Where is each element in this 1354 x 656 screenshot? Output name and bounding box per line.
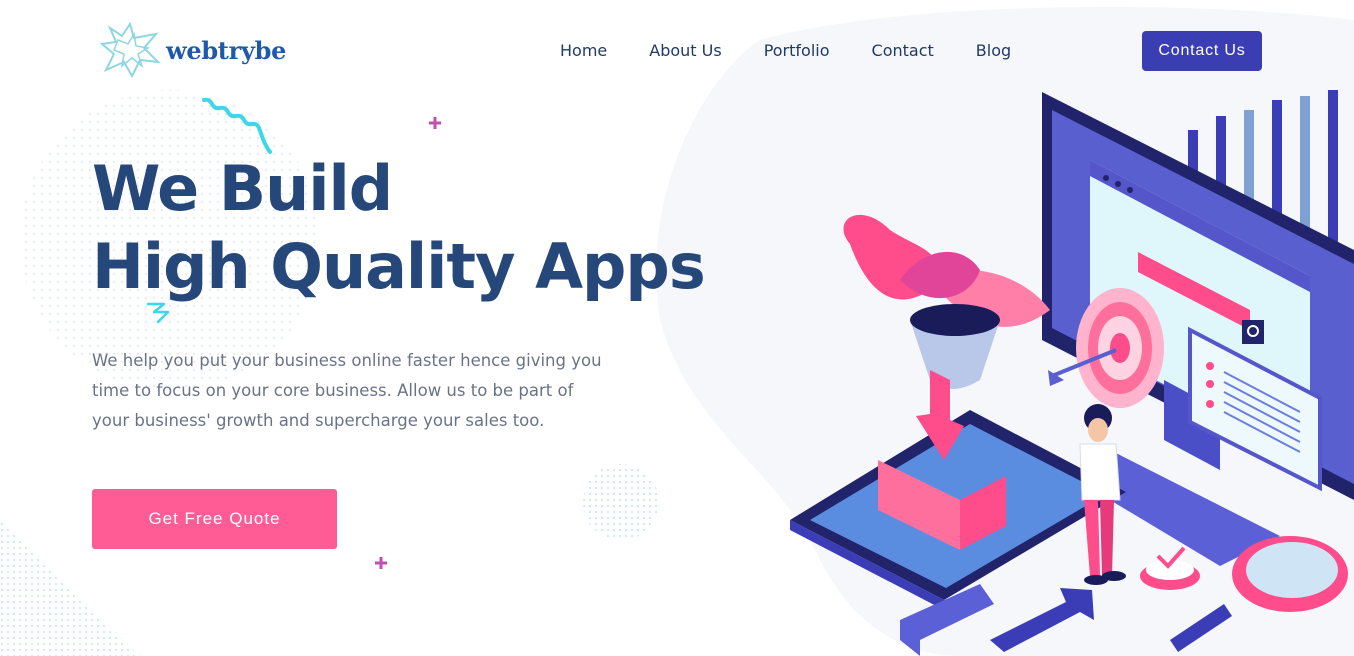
main-nav: Home About Us Portfolio Contact Blog (560, 40, 1053, 62)
tablet-graphic (790, 370, 1126, 610)
check-badge-graphic (1140, 546, 1200, 590)
plus-decoration-icon (429, 117, 441, 129)
nav-item-portfolio[interactable]: Portfolio (764, 40, 830, 62)
hero-title-line-2: High Quality Apps (92, 230, 706, 303)
hero-title: We Build High Quality Apps (92, 150, 706, 306)
hero-title-line-1: We Build (92, 152, 393, 225)
contact-us-button[interactable]: Contact Us (1142, 31, 1262, 71)
starburst-logo-icon (100, 21, 160, 79)
nav-item-contact[interactable]: Contact (872, 40, 934, 62)
hero-description: We help you put your business online fas… (92, 351, 602, 430)
nav-item-about-us[interactable]: About Us (649, 40, 721, 62)
person-graphic (1079, 404, 1126, 585)
brand-logo[interactable]: webtrybe (100, 20, 286, 80)
plant-graphic (843, 214, 1050, 389)
nav-item-blog[interactable]: Blog (976, 40, 1011, 62)
get-free-quote-button[interactable]: Get Free Quote (92, 489, 337, 549)
isometric-app-development-illustration (790, 90, 1354, 656)
nav-item-home[interactable]: Home (560, 40, 607, 62)
plus-decoration-icon (375, 557, 387, 569)
brand-name: webtrybe (166, 35, 287, 65)
magnifier-graphic (1170, 536, 1348, 652)
